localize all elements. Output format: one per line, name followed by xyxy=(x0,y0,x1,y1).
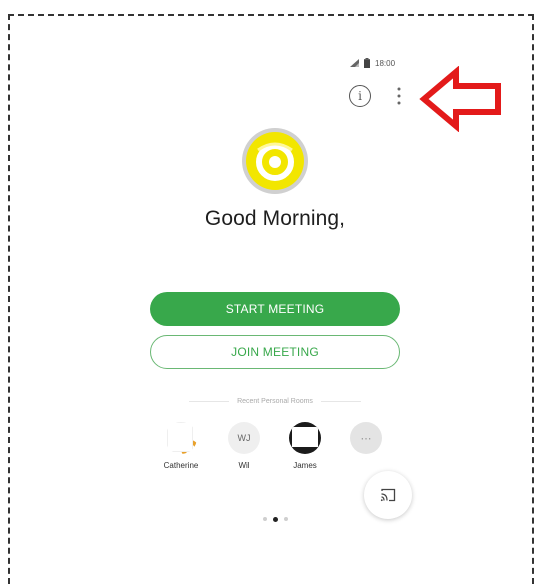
cast-button[interactable] xyxy=(364,471,412,519)
avatar-image xyxy=(167,422,193,452)
page-dot[interactable] xyxy=(283,517,288,521)
status-time: 18:00 xyxy=(375,58,396,68)
room-avatar: WJ xyxy=(228,422,260,454)
room-avatar xyxy=(165,422,197,454)
greeting-text: Good Morning, xyxy=(204,207,346,230)
more-options-button[interactable] xyxy=(389,84,409,108)
page-indicator xyxy=(254,516,296,522)
avatar-image xyxy=(292,427,318,447)
recent-rooms-label: Recent Personal Rooms xyxy=(237,398,313,405)
page-dot[interactable] xyxy=(262,517,267,521)
more-rooms-glyph: ⋯ xyxy=(360,432,372,445)
arrow-left-icon xyxy=(419,66,501,132)
recent-rooms-header: Recent Personal Rooms xyxy=(150,398,400,405)
more-rooms-button[interactable]: ⋯ xyxy=(343,422,389,454)
divider xyxy=(189,401,230,402)
page-dot-active[interactable] xyxy=(272,516,278,522)
room-name: Wil xyxy=(238,461,250,470)
start-meeting-button[interactable]: START MEETING xyxy=(150,292,400,326)
recent-room-catherine[interactable]: Catherine xyxy=(158,422,204,470)
signal-icon xyxy=(350,59,359,67)
divider xyxy=(320,401,361,402)
info-icon: i xyxy=(358,89,362,103)
room-initials: WJ xyxy=(237,433,251,443)
join-meeting-button[interactable]: JOIN MEETING xyxy=(150,335,400,369)
room-name: Catherine xyxy=(163,461,199,470)
cast-icon xyxy=(380,488,396,502)
info-button[interactable]: i xyxy=(349,85,371,107)
recent-room-wil[interactable]: WJ Wil xyxy=(221,422,267,470)
avatar-icon xyxy=(246,132,304,190)
recent-room-james[interactable]: James xyxy=(282,422,328,470)
room-avatar xyxy=(289,422,321,454)
more-horizontal-icon: ⋯ xyxy=(350,422,382,454)
room-name: James xyxy=(293,461,317,470)
more-vertical-icon xyxy=(397,87,401,105)
status-bar: 18:00 xyxy=(350,56,420,70)
user-avatar[interactable] xyxy=(242,128,308,194)
battery-icon xyxy=(364,58,370,68)
